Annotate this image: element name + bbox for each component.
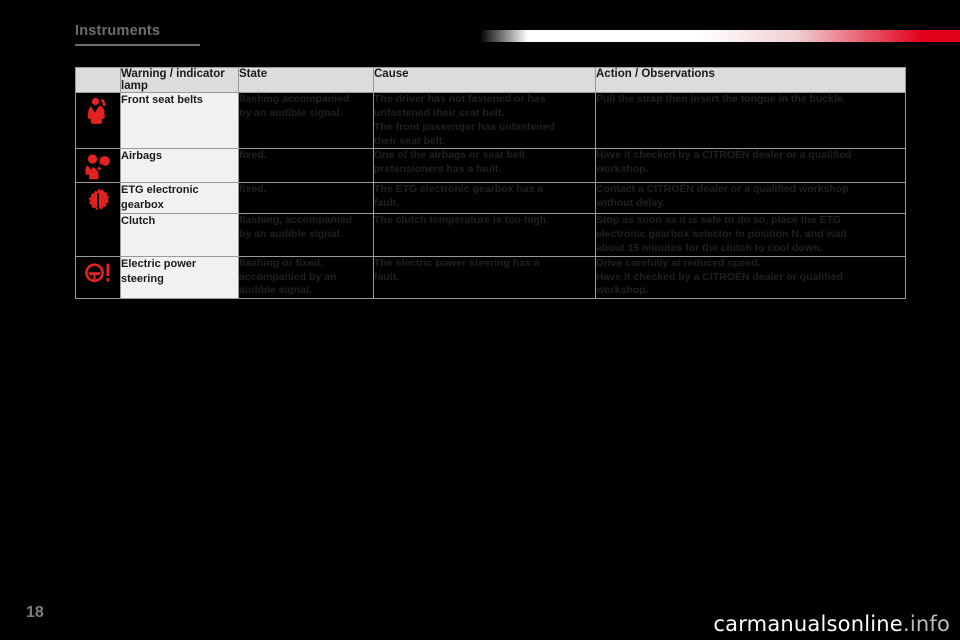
cause-line: fault. — [374, 270, 400, 283]
column-header-state: State — [238, 67, 374, 93]
state-line: accompanied by an — [239, 270, 337, 283]
state-line: audible signal. — [239, 284, 312, 297]
table-row: Airbags fixed. One of the airbags or sea… — [75, 148, 906, 184]
cause-line: fault. — [374, 197, 400, 210]
cause-line: The driver has not fastened or has — [374, 93, 546, 105]
action-cell: Have it checked by a CITROËN dealer or a… — [595, 148, 906, 184]
steering-wheel-icon — [83, 260, 113, 290]
lamp-name-cell: ETG electronic gearbox — [120, 182, 239, 215]
state-line: by an audible signal. — [239, 106, 343, 119]
column-header-lamp: Warning / indicator lamp — [120, 67, 239, 93]
action-cell: Stop as soon as it is safe to do so, pla… — [595, 213, 906, 257]
cause-line: their seat belt. — [374, 134, 446, 147]
cause-cell: One of the airbags or seat belt pretensi… — [373, 148, 596, 184]
state-line: flashing accompanied — [239, 93, 350, 105]
table-header-row: Warning / indicator lamp State Cause Act… — [75, 67, 906, 93]
cause-line: The clutch temperature is too high. — [374, 214, 550, 227]
action-line: Have it checked by a CITROËN dealer or q… — [596, 270, 843, 283]
column-header-action: Action / Observations — [595, 67, 906, 93]
state-line: by an audible signal. — [239, 227, 343, 240]
state-line: fixed. — [239, 183, 267, 196]
row-icon-cell-gearbox — [75, 182, 121, 257]
action-line: workshop. — [596, 284, 649, 297]
table-body: Front seat belts flashing accompanied by… — [75, 91, 906, 300]
lamp-name-cell: Airbags — [120, 148, 239, 184]
page-title: Instruments — [75, 23, 161, 39]
cause-line: pretensioners has a fault. — [374, 163, 502, 176]
action-line: electronic gearbox selector in position … — [596, 227, 847, 240]
cause-line: One of the airbags or seat belt — [374, 149, 526, 162]
cause-line: unfastened their seat belt. — [374, 106, 505, 119]
row-icon-cell-steering — [75, 255, 121, 300]
watermark-name: carmanualsonline — [713, 612, 903, 636]
action-line: workshop. — [596, 163, 649, 176]
column-header-icon — [75, 67, 121, 93]
cause-cell: The electric power steering has a fault. — [373, 255, 596, 300]
state-cell: flashing or fixed, accompanied by an aud… — [238, 255, 374, 300]
state-cell: fixed. — [238, 182, 374, 215]
action-line: about 15 minutes for the clutch to cool … — [596, 241, 823, 254]
action-line: without delay. — [596, 197, 666, 210]
table-row: Clutch flashing, accompanied by an audib… — [76, 213, 906, 257]
action-cell: Pull the strap then insert the tongue in… — [595, 91, 906, 150]
row-icon-cell-seat-belt — [75, 91, 121, 150]
watermark-suffix: .info — [902, 612, 950, 636]
gearbox-gear-icon — [83, 186, 113, 216]
action-line: Contact a CITROËN dealer or a qualified … — [596, 183, 849, 196]
cause-cell: The driver has not fastened or has unfas… — [373, 91, 596, 150]
table-row: ETG electronic gearbox fixed. The ETG el… — [75, 182, 906, 257]
table-header-row-group: Warning / indicator lamp State Cause Act… — [75, 67, 906, 93]
lamp-name-cell: Electric power steering — [120, 255, 239, 300]
state-cell: fixed. — [238, 148, 374, 184]
column-header-cause: Cause — [373, 67, 596, 93]
cause-line: The electric power steering has a — [374, 256, 540, 269]
state-cell: flashing accompanied by an audible signa… — [238, 91, 374, 150]
airbag-icon — [83, 152, 113, 182]
action-line: Stop as soon as it is safe to do so, pla… — [596, 214, 842, 227]
lamp-name-cell: Clutch — [120, 213, 239, 257]
header-accent-bar — [480, 30, 960, 42]
cause-cell: The ETG electronic gearbox has a fault. — [373, 182, 596, 215]
page-header: Instruments — [0, 0, 960, 56]
cause-cell: The clutch temperature is too high. — [373, 213, 596, 257]
seat-belt-icon — [83, 96, 113, 126]
action-cell: Drive carefully at reduced speed. Have i… — [595, 255, 906, 300]
action-line: Pull the strap then insert the tongue in… — [596, 93, 846, 105]
page-number: 18 — [26, 604, 44, 621]
cause-line: The ETG electronic gearbox has a — [374, 183, 544, 196]
title-underline-rule — [75, 44, 200, 46]
site-watermark: carmanualsonline.info — [713, 612, 950, 636]
state-line: flashing or fixed, — [239, 256, 324, 269]
table-row: Front seat belts flashing accompanied by… — [75, 91, 906, 150]
warning-lamp-table-container: Warning / indicator lamp State Cause Act… — [75, 67, 906, 300]
state-line: fixed. — [239, 149, 267, 162]
action-line: Drive carefully at reduced speed. — [596, 256, 761, 269]
state-cell: flashing, accompanied by an audible sign… — [238, 213, 374, 257]
action-cell: Contact a CITROËN dealer or a qualified … — [595, 182, 906, 215]
state-line: flashing, accompanied — [239, 214, 353, 227]
warning-lamp-table: Warning / indicator lamp State Cause Act… — [75, 67, 906, 300]
action-line: Have it checked by a CITROËN dealer or a… — [596, 149, 852, 162]
row-icon-cell-airbag — [75, 148, 121, 184]
cause-line: The front passenger has unfastened — [374, 120, 555, 133]
table-row: Electric power steering flashing or fixe… — [75, 255, 906, 300]
lamp-name-cell: Front seat belts — [120, 91, 239, 150]
